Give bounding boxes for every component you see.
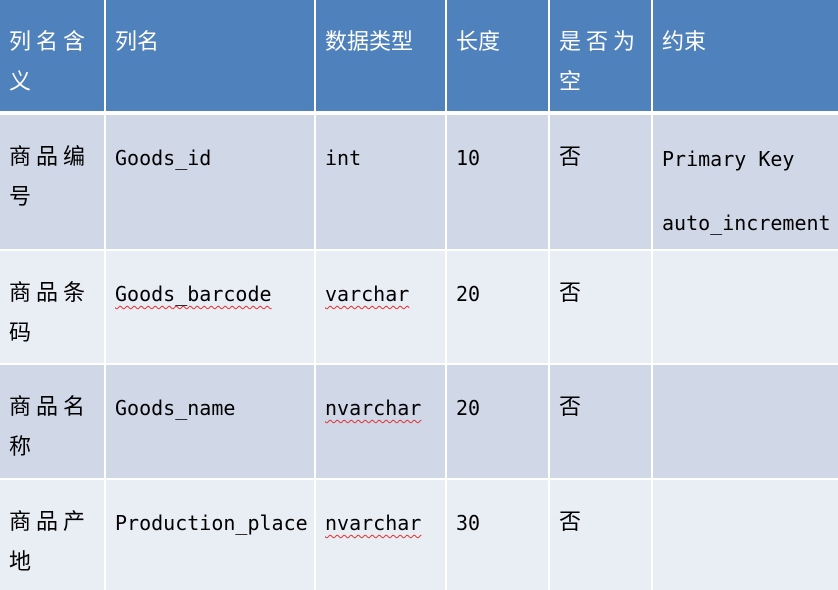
row2-column-text: Goods_barcode: [115, 282, 272, 306]
row1-nullable: 否: [550, 115, 651, 249]
row3-constraint: [653, 365, 838, 478]
header-meaning: 列名含义: [0, 0, 104, 111]
row1-column: Goods_id: [106, 115, 314, 249]
row4-column: Production_place: [106, 480, 314, 590]
constraint-auto-increment: auto_increment: [662, 211, 831, 235]
row1-meaning: 商品编号: [0, 115, 104, 249]
row2-column: Goods_barcode: [106, 251, 314, 363]
row3-type: nvarchar: [316, 365, 445, 478]
row2-type-text: varchar: [325, 282, 410, 306]
constraint-primary-key: Primary Key: [662, 147, 795, 171]
row3-nullable: 否: [550, 365, 651, 478]
row2-meaning: 商品条码: [0, 251, 104, 363]
row4-constraint: [653, 480, 838, 590]
header-column: 列名: [106, 0, 314, 111]
row1-constraint: Primary Key auto_increment: [653, 115, 838, 249]
row2-nullable: 否: [550, 251, 651, 363]
header-type: 数据类型: [316, 0, 445, 111]
row3-type-text: nvarchar: [325, 396, 422, 420]
row4-type-text: nvarchar: [325, 511, 422, 535]
header-nullable: 是否为空: [550, 0, 651, 111]
row3-column: Goods_name: [106, 365, 314, 478]
row3-length: 20: [447, 365, 548, 478]
row2-type: varchar: [316, 251, 445, 363]
row4-nullable: 否: [550, 480, 651, 590]
schema-table: 列名含义 列名 数据类型 长度 是否为空 约束 商品编号 Goods_id in…: [0, 0, 838, 590]
row4-length: 30: [447, 480, 548, 590]
header-constraint: 约束: [653, 0, 838, 111]
header-length: 长度: [447, 0, 548, 111]
row4-meaning: 商品产地: [0, 480, 104, 590]
row1-type: int: [316, 115, 445, 249]
row2-length: 20: [447, 251, 548, 363]
row4-type: nvarchar: [316, 480, 445, 590]
row2-constraint: [653, 251, 838, 363]
row3-meaning: 商品名称: [0, 365, 104, 478]
row1-length: 10: [447, 115, 548, 249]
